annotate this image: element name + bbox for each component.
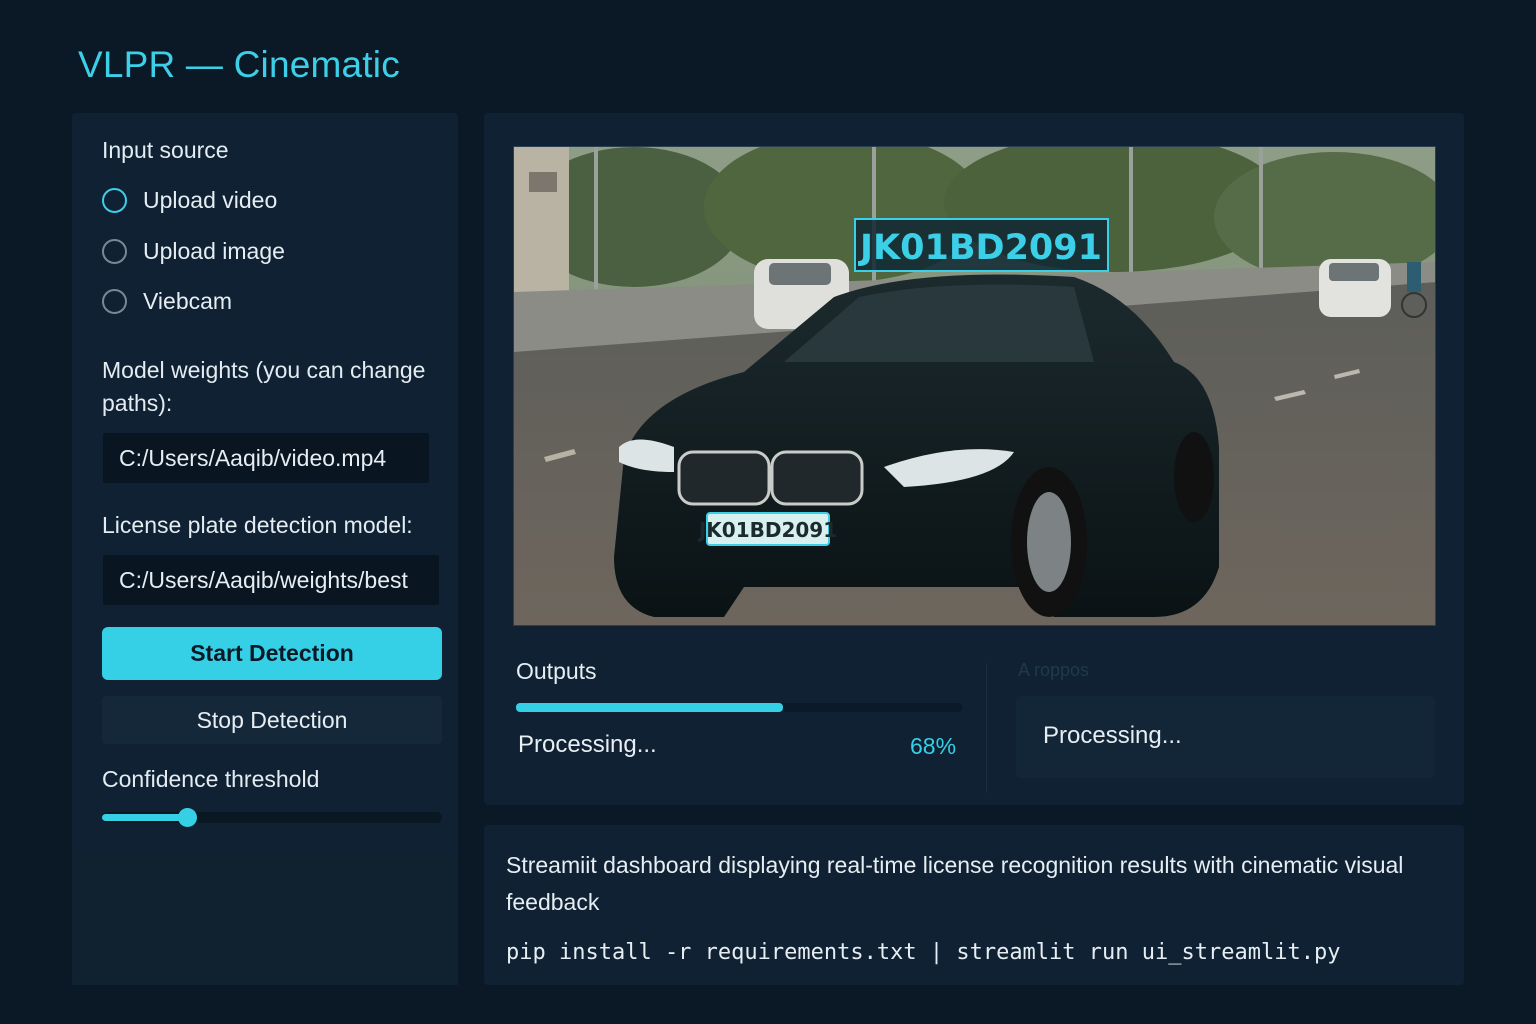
plate-model-input[interactable]: C:/Users/Aaqib/weights/best: [103, 555, 439, 605]
description-text: Streamiit dashboard displaying real-time…: [506, 852, 1404, 915]
faded-section-title: A roppos: [1018, 660, 1090, 680]
radio-webcam[interactable]: Viebcam: [102, 284, 232, 318]
processing-status-left: Processing...: [518, 731, 657, 758]
info-panel: Streamiit dashboard displaying real-time…: [484, 825, 1464, 985]
outputs-label: Outputs: [516, 658, 597, 684]
model-weights-label: Model weights (you can change paths):: [102, 357, 426, 416]
progress-bar: [516, 703, 962, 712]
radio-upload-video[interactable]: Upload video: [102, 183, 277, 217]
radio-label: Viebcam: [143, 287, 233, 314]
sidebar: Input source Upload video Upload image V…: [72, 113, 458, 985]
confidence-slider[interactable]: [102, 808, 442, 827]
radio-unselected-icon[interactable]: [102, 238, 127, 264]
processing-status-right: Processing...: [1043, 722, 1182, 749]
input-source-label: Input source: [102, 137, 229, 163]
progress-percent: 68%: [910, 733, 957, 759]
radio-selected-icon[interactable]: [102, 187, 127, 213]
progress-fill: [516, 703, 783, 712]
confidence-threshold-label: Confidence threshold: [102, 766, 320, 792]
radio-unselected-icon[interactable]: [102, 288, 127, 314]
video-preview: JK01BD2091 JK01BD2091: [513, 146, 1436, 626]
license-plate-text: JK01BD2091: [697, 518, 837, 542]
radio-label: Upload video: [143, 186, 278, 213]
main-panel: JK01BD2091 JK01BD2091 Outputs Processing…: [484, 113, 1464, 805]
slider-handle[interactable]: [178, 808, 197, 827]
slider-fill: [102, 814, 187, 821]
divider: [986, 663, 987, 793]
install-command: pip install -r requirements.txt | stream…: [506, 940, 1341, 965]
model-weights-input[interactable]: C:/Users/Aaqib/video.mp4: [103, 433, 429, 483]
video-frame-image: JK01BD2091 JK01BD2091: [514, 147, 1435, 625]
processing-status-box: Processing...: [1016, 696, 1435, 778]
detection-overlay-label: JK01BD2091: [858, 228, 1102, 268]
plate-model-label: License plate detection model:: [102, 512, 413, 538]
radio-label: Upload image: [143, 237, 285, 264]
stop-detection-button[interactable]: Stop Detection: [102, 696, 442, 744]
app-title: VLPR — Cinematic: [78, 44, 400, 85]
start-detection-button[interactable]: Start Detection: [102, 627, 442, 680]
radio-upload-image[interactable]: Upload image: [102, 234, 285, 268]
sidebar-empty-area: [72, 853, 458, 985]
